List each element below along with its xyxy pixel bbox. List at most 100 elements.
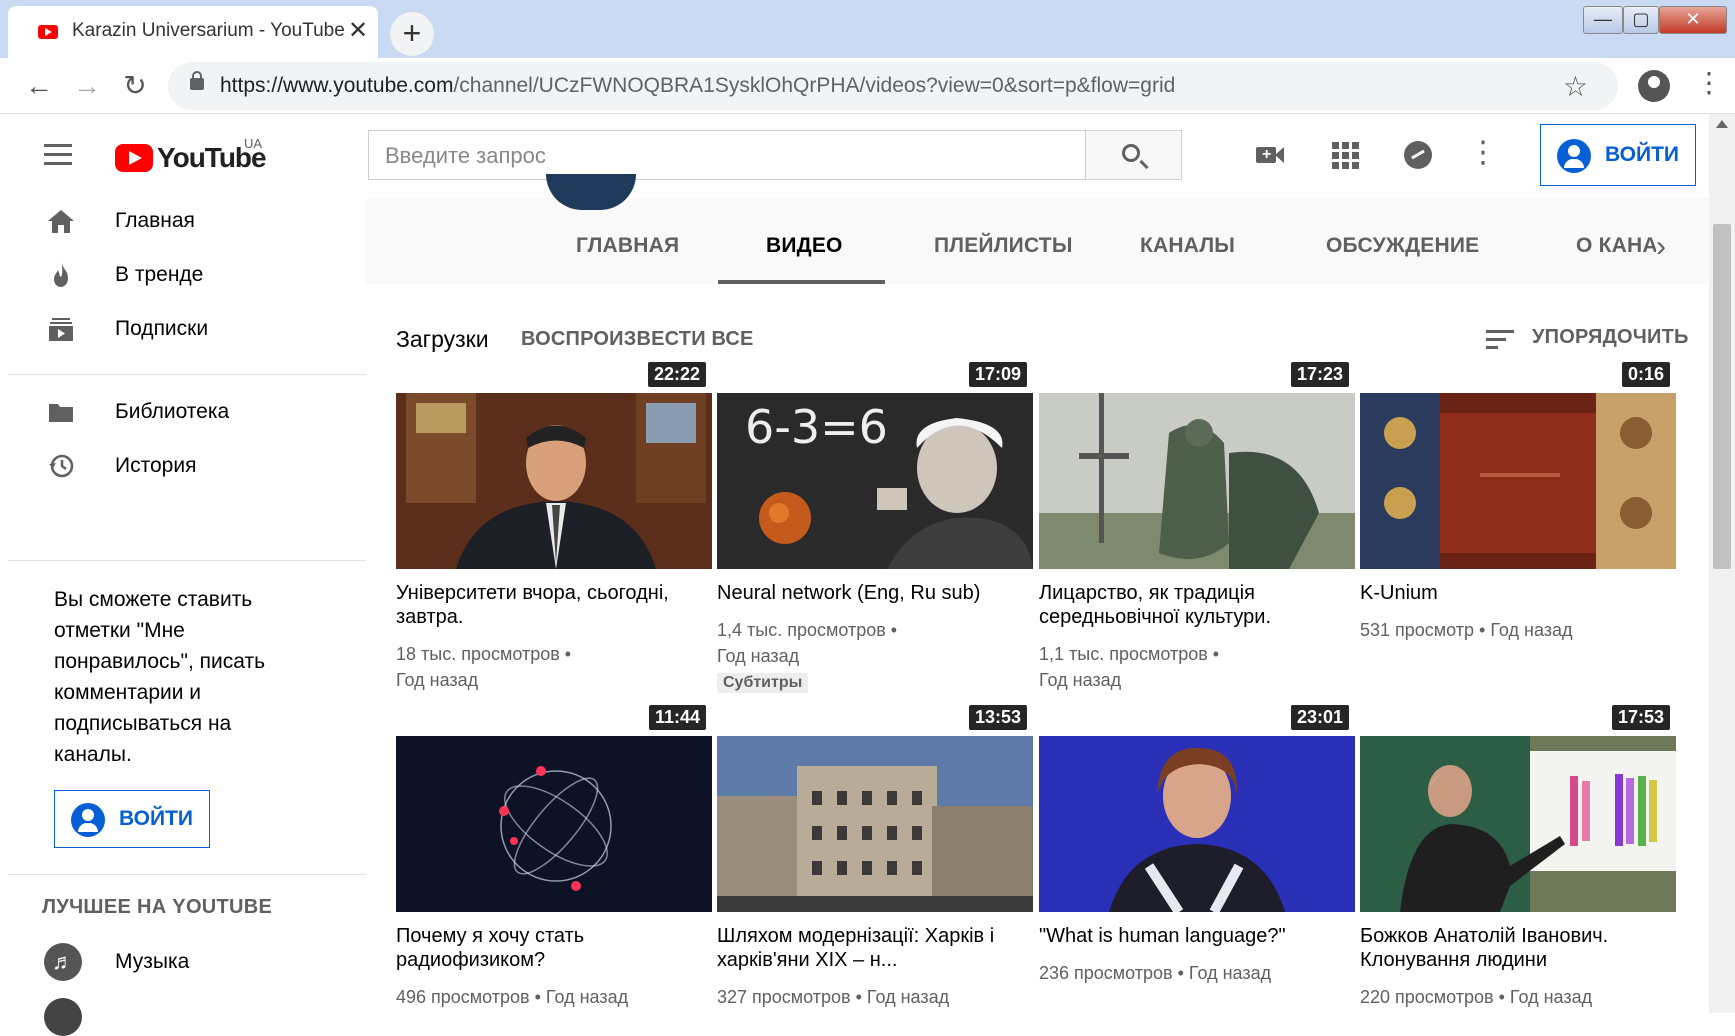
subtitles-badge: Субтитры — [717, 673, 809, 693]
video-title[interactable]: Шляхом модернізації: Харків і харків'яни… — [717, 924, 1033, 972]
video-age: Год назад — [1039, 670, 1122, 690]
video-views: 1,4 тыс. просмотров • — [717, 620, 898, 640]
video-thumbnail[interactable] — [1039, 393, 1355, 569]
sidebar-divider — [8, 374, 366, 375]
address-bar[interactable]: https://www.youtube.com/channel/UCzFWNOQ… — [168, 62, 1618, 110]
video-views: 496 просмотров • Год назад — [396, 987, 629, 1007]
sports-icon — [44, 998, 82, 1036]
tab-videos[interactable]: ВИДЕО — [766, 234, 843, 258]
search-button[interactable] — [1086, 130, 1182, 180]
sidebar-item-history[interactable]: История — [8, 438, 366, 494]
video-views: 220 просмотров • Год назад — [1360, 987, 1593, 1007]
window-close-button[interactable]: ✕ — [1659, 6, 1727, 34]
sidebar-item-subscriptions[interactable]: Подписки — [8, 301, 366, 357]
sidebar: Главная В тренде Подписки Библиотека Ист… — [8, 198, 366, 1036]
video-duration: 11:44 — [648, 705, 706, 730]
video-views: 327 просмотров • Год назад — [717, 987, 950, 1007]
video-age: Год назад — [717, 646, 800, 666]
search-icon — [1122, 144, 1140, 162]
sidebar-item-trending[interactable]: В тренде — [8, 247, 366, 303]
channel-main: ГЛАВНАЯ ВИДЕО ПЛЕЙЛИСТЫ КАНАЛЫ ОБСУЖДЕНИ… — [366, 174, 1709, 1013]
browser-toolbar: ← → ↻ https://www.youtube.com/channel/UC… — [0, 58, 1735, 114]
more-options-icon[interactable]: ⋮ — [1466, 138, 1500, 172]
scrollbar-thumb[interactable] — [1713, 224, 1731, 569]
search-input[interactable]: Введите запрос — [368, 130, 1086, 180]
video-title[interactable]: Університети вчора, сьогодні, завтра. — [396, 581, 712, 629]
video-duration: 17:53 — [1611, 705, 1670, 730]
video-thumbnail[interactable] — [717, 736, 1033, 912]
tabs-next-chevron-icon[interactable]: › — [1656, 230, 1666, 264]
url-text: https://www.youtube.com/channel/UCzFWNOQ… — [220, 74, 1176, 97]
tab-close-icon[interactable]: ✕ — [348, 16, 368, 45]
video-views: 236 просмотров • Год назад — [1039, 963, 1272, 983]
window-minimize-button[interactable]: — — [1583, 6, 1623, 34]
reload-icon[interactable]: ↻ — [116, 67, 154, 105]
best-of-youtube-heading: ЛУЧШЕЕ НА YOUTUBE — [42, 896, 273, 918]
tab-about[interactable]: О КАНАЛЕ — [1576, 234, 1656, 258]
video-duration: 13:53 — [968, 705, 1027, 730]
create-video-icon[interactable]: + — [1254, 138, 1288, 172]
music-icon: ♬ — [44, 943, 82, 981]
history-icon — [49, 454, 74, 478]
tab-playlists[interactable]: ПЛЕЙЛИСТЫ — [934, 234, 1073, 258]
sidebar-item-music[interactable]: Музыка — [115, 950, 189, 974]
forward-arrow-icon[interactable]: → — [68, 67, 106, 105]
video-duration: 17:09 — [968, 362, 1027, 387]
account-avatar-icon — [71, 803, 105, 837]
trending-icon — [54, 263, 68, 287]
tab-discussion[interactable]: ОБСУЖДЕНИЕ — [1326, 234, 1479, 258]
video-duration: 23:01 — [1290, 705, 1349, 730]
sidebar-item-home[interactable]: Главная — [8, 193, 366, 249]
signin-promo-text: Вы сможете ставить отметки "Мне понравил… — [54, 588, 266, 766]
tab-home[interactable]: ГЛАВНАЯ — [576, 234, 679, 258]
video-thumbnail[interactable] — [1360, 736, 1676, 912]
video-title[interactable]: Лицарство, як традиція середньовічної ку… — [1039, 581, 1355, 629]
scroll-up-arrow-icon[interactable] — [1716, 120, 1728, 128]
lock-icon — [190, 71, 204, 90]
browser-menu-icon[interactable]: ⋮ — [1695, 66, 1723, 99]
video-title[interactable]: K-Unium — [1360, 581, 1676, 605]
messages-icon[interactable] — [1401, 138, 1435, 172]
signin-button[interactable]: ВОЙТИ — [1540, 124, 1696, 186]
video-thumbnail[interactable] — [396, 393, 712, 569]
page-scrollbar[interactable] — [1709, 114, 1735, 1013]
video-views: 18 тыс. просмотров • — [396, 644, 572, 664]
video-title[interactable]: Neural network (Eng, Ru sub) — [717, 581, 1033, 605]
account-avatar-icon — [1557, 139, 1591, 173]
sidebar-item-library[interactable]: Библиотека — [8, 384, 366, 440]
tab-channels[interactable]: КАНАЛЫ — [1140, 234, 1235, 258]
active-tab-indicator — [718, 280, 885, 284]
play-all-button[interactable]: ВОСПРОИЗВЕСТИ ВСЕ — [521, 328, 754, 351]
sort-icon — [1486, 330, 1514, 354]
video-thumbnail[interactable] — [396, 736, 712, 912]
video-views: 1,1 тыс. просмотров • — [1039, 644, 1220, 664]
youtube-favicon-icon — [38, 25, 58, 39]
youtube-play-logo-icon — [115, 144, 153, 172]
country-code: UA — [244, 136, 263, 151]
channel-tabs: ГЛАВНАЯ ВИДЕО ПЛЕЙЛИСТЫ КАНАЛЫ ОБСУЖДЕНИ… — [366, 174, 1709, 284]
video-thumbnail[interactable] — [1360, 393, 1676, 569]
video-thumbnail[interactable] — [1039, 736, 1355, 912]
browser-tab-title: Karazin Universarium - YouTube — [72, 20, 345, 41]
window-maximize-button[interactable]: ▢ — [1623, 6, 1659, 34]
sidebar-signin-button[interactable]: ВОЙТИ — [54, 790, 210, 848]
video-title[interactable]: "What is human language?" — [1039, 924, 1355, 948]
video-duration: 22:22 — [647, 362, 706, 387]
video-thumbnail[interactable]: 6-3=6 — [717, 393, 1033, 569]
video-title[interactable]: Божков Анатолій Іванович. Клонування люд… — [1360, 924, 1676, 972]
browser-tab-strip: Karazin Universarium - YouTube ✕ + — ▢ ✕ — [0, 0, 1735, 58]
new-tab-button[interactable]: + — [390, 12, 434, 56]
bookmark-star-icon[interactable]: ☆ — [1563, 70, 1588, 103]
browser-profile-icon[interactable] — [1638, 70, 1670, 102]
sort-button[interactable]: УПОРЯДОЧИТЬ — [1486, 326, 1688, 356]
apps-grid-icon[interactable] — [1328, 138, 1362, 172]
uploads-heading: Загрузки — [396, 326, 489, 352]
video-title[interactable]: Почему я хочу стать радиофизиком? — [396, 924, 712, 972]
back-arrow-icon[interactable]: ← — [20, 67, 58, 105]
channel-avatar-edge — [546, 174, 636, 210]
video-views: 531 просмотр • Год назад — [1360, 620, 1573, 640]
youtube-header: YouTube UA Введите запрос + ⋮ ВОЙТИ — [8, 114, 1708, 198]
hamburger-menu-icon[interactable] — [44, 144, 72, 166]
subscriptions-icon — [49, 318, 73, 341]
browser-tab[interactable]: Karazin Universarium - YouTube ✕ — [8, 6, 378, 58]
